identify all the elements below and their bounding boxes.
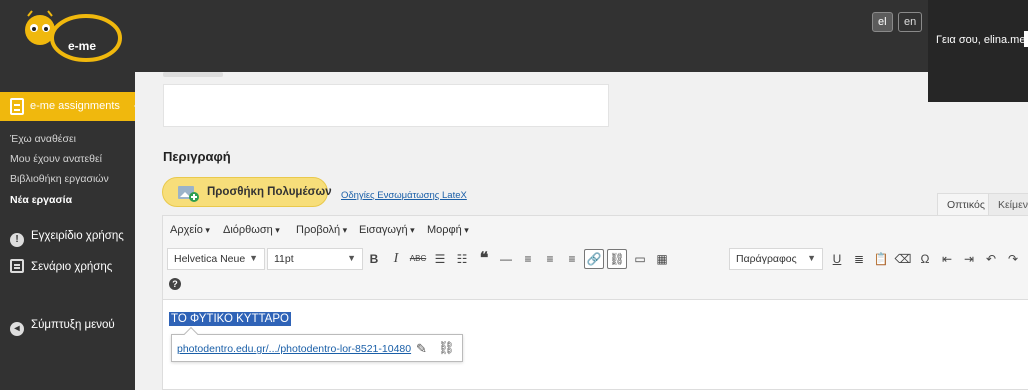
collapse-label: Σύμπτυξη μενού (31, 319, 115, 331)
editor-content-area[interactable]: ΤΟ ΦΥΤΙΚΟ ΚΥΤΤΑΡΟ photodentro.edu.gr/...… (163, 300, 1028, 390)
menu-insert[interactable]: Εισαγωγή (359, 224, 415, 236)
assignment-icon (10, 98, 24, 115)
document-icon (10, 259, 24, 273)
sidebar-subitem-library[interactable]: Βιβλιοθήκη εργασιών (10, 173, 109, 185)
clear-formatting-icon[interactable]: ⌫ (894, 250, 912, 268)
sidebar-collapse-button[interactable]: ◂ Σύμπτυξη μενού (10, 319, 115, 336)
selected-link-text[interactable]: ΤΟ ΦΥΤΙΚΟ ΚΥΤΤΑΡΟ (169, 312, 291, 326)
menu-edit[interactable]: Διόρθωση (223, 224, 280, 236)
special-character-icon[interactable]: Ω (916, 250, 934, 268)
strikethrough-icon[interactable]: ABC (409, 250, 427, 268)
user-menu-marker (1024, 31, 1028, 47)
link-url[interactable]: photodentro.edu.gr/.../photodentro-lor-8… (177, 343, 411, 355)
title-label-partial (163, 72, 223, 77)
blockquote-icon[interactable]: ❝ (475, 250, 493, 268)
sidebar-subitem-new[interactable]: Νέα εργασία (10, 194, 72, 206)
paragraph-format-select[interactable]: Παράγραφος ▼ (729, 248, 823, 270)
add-media-button[interactable]: Προσθήκη Πολυμέσων (162, 177, 332, 207)
align-left-icon[interactable]: ≡ (519, 250, 537, 268)
rich-text-editor: Αρχείο Διόρθωση Προβολή Εισαγωγή Μορφή H… (162, 215, 1028, 390)
chevron-down-icon: ▼ (807, 253, 816, 263)
lang-en-button[interactable]: en (898, 12, 923, 32)
chevron-down-icon: ▼ (347, 253, 356, 263)
align-right-icon[interactable]: ≡ (563, 250, 581, 268)
scenario-label: Σενάριο χρήσης (31, 261, 113, 273)
editor-toolbar: Helvetica Neue ▼ 11pt ▼ B I ABC ☰ ☷ ❝ — ≡ … (163, 244, 1028, 300)
title-input[interactable] (163, 84, 609, 127)
font-family-select[interactable]: Helvetica Neue ▼ (167, 248, 265, 270)
font-size-value: 11pt (274, 253, 294, 265)
bold-icon[interactable]: B (365, 250, 383, 268)
e-me-logo[interactable]: e-me (18, 8, 128, 64)
brand-text: e-me (68, 39, 96, 53)
paragraph-format-value: Παράγραφος (736, 253, 797, 265)
indent-icon[interactable]: ⇥ (960, 250, 978, 268)
edit-link-icon[interactable]: ✎ (416, 341, 427, 357)
menu-view[interactable]: Προβολή (296, 224, 347, 236)
menu-format[interactable]: Μορφή (427, 224, 469, 236)
menu-file[interactable]: Αρχείο (170, 224, 210, 236)
numbered-list-icon[interactable]: ☷ (453, 250, 471, 268)
lang-el-button[interactable]: el (872, 12, 893, 32)
latex-instructions-link[interactable]: Οδηγίες Ενσωμάτωσης LateX (341, 190, 467, 201)
sidebar: e-me assignments Έχω αναθέσει Μου έχουν … (0, 72, 142, 390)
user-greeting[interactable]: Γεια σου, elina.mega (936, 34, 1028, 46)
sidebar-item-label: e-me assignments (30, 100, 120, 112)
sidebar-item-manual[interactable]: ! Εγχειρίδιο χρήσης (10, 230, 124, 247)
undo-icon[interactable]: ↶ (982, 250, 1000, 268)
collapse-arrow-icon: ◂ (10, 322, 24, 336)
underline-icon[interactable]: U (828, 250, 846, 268)
user-box[interactable]: Γεια σου, elina.mega (928, 0, 1028, 102)
read-more-icon[interactable]: ▭ (631, 250, 649, 268)
sidebar-subitem-assigned[interactable]: Έχω αναθέσει (10, 133, 76, 145)
unlink-icon[interactable]: ⛓ (607, 249, 627, 269)
link-popup: photodentro.edu.gr/.../photodentro-lor-8… (171, 326, 463, 362)
add-media-icon (178, 186, 199, 202)
insert-link-icon[interactable]: 🔗 (584, 249, 604, 269)
toolbar-toggle-icon[interactable]: ▦ (653, 250, 671, 268)
sidebar-item-scenario[interactable]: Σενάριο χρήσης (10, 259, 112, 273)
active-pointer (134, 99, 142, 113)
add-media-label: Προσθήκη Πολυμέσων (207, 186, 332, 198)
manual-label: Εγχειρίδιο χρήσης (31, 230, 124, 242)
italic-icon[interactable]: I (387, 250, 405, 268)
font-size-select[interactable]: 11pt ▼ (267, 248, 363, 270)
horizontal-line-icon[interactable]: — (497, 250, 515, 268)
popup-pointer (183, 326, 199, 342)
top-bar: e-me el en Γεια σου, elina.mega (0, 0, 1028, 102)
info-icon: ! (10, 233, 24, 247)
outdent-icon[interactable]: ⇤ (938, 250, 956, 268)
sidebar-subitem-received[interactable]: Μου έχουν ανατεθεί (10, 153, 102, 165)
sidebar-item-assignments[interactable]: e-me assignments (0, 92, 142, 121)
tab-text[interactable]: Κείμενο (988, 193, 1028, 216)
tab-visual[interactable]: Οπτικός (937, 193, 995, 216)
redo-icon[interactable]: ↷ (1004, 250, 1022, 268)
editor-menubar: Αρχείο Διόρθωση Προβολή Εισαγωγή Μορφή (163, 216, 1028, 244)
bullet-list-icon[interactable]: ☰ (431, 250, 449, 268)
help-icon[interactable]: ? (169, 278, 181, 290)
justify-icon[interactable]: ≣ (850, 250, 868, 268)
align-center-icon[interactable]: ≡ (541, 250, 559, 268)
paste-text-icon[interactable]: 📋 (872, 250, 890, 268)
chevron-down-icon: ▼ (249, 253, 258, 263)
remove-link-icon[interactable]: ⛓ (438, 340, 455, 356)
description-label: Περιγραφή (163, 149, 231, 164)
font-family-value: Helvetica Neue (174, 253, 246, 265)
